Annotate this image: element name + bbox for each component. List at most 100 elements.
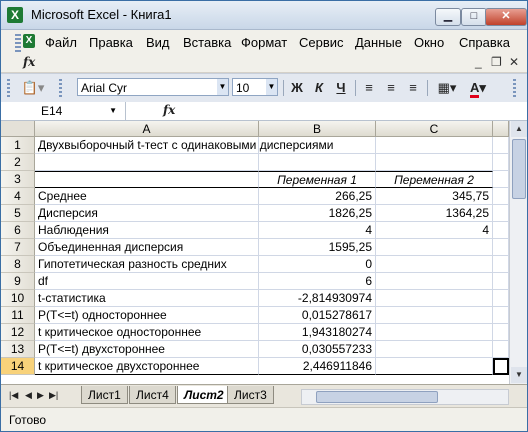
next-sheet-icon[interactable]: ▶ <box>37 390 44 401</box>
chevron-down-icon[interactable]: ▼ <box>109 102 117 120</box>
column-header-c[interactable]: C <box>376 121 493 137</box>
cell-d8[interactable] <box>493 256 509 273</box>
menu-data[interactable]: Данные <box>355 35 402 50</box>
row-header[interactable]: 13 <box>1 341 35 358</box>
cell-a5[interactable]: Дисперсия <box>35 205 259 222</box>
cell-b1[interactable] <box>259 137 376 154</box>
cell-c2[interactable] <box>376 154 493 171</box>
name-box[interactable]: E14 ▼ <box>1 102 126 120</box>
cell-c7[interactable] <box>376 239 493 256</box>
cell-c10[interactable] <box>376 290 493 307</box>
cell-d5[interactable] <box>493 205 509 222</box>
menu-view[interactable]: Вид <box>146 35 170 50</box>
cell-a13[interactable]: P(T<=t) двухстороннее <box>35 341 259 358</box>
excel-app-icon[interactable]: X <box>7 7 23 23</box>
cell-d13[interactable] <box>493 341 509 358</box>
menu-file[interactable]: Файл <box>45 35 77 50</box>
row-header[interactable]: 14 <box>1 358 35 375</box>
font-size-select[interactable]: 10 ▼ <box>232 78 278 96</box>
menu-help[interactable]: Справка <box>459 35 510 50</box>
chevron-down-icon[interactable]: ▼ <box>217 79 228 95</box>
cell-b5[interactable]: 1826,25 <box>259 205 376 222</box>
cell-a14[interactable]: t критическое двухстороннее <box>35 358 259 375</box>
sheet-tab-list4[interactable]: Лист4 <box>129 386 176 404</box>
cell-b11[interactable]: 0,015278617 <box>259 307 376 324</box>
horizontal-scroll-thumb[interactable] <box>316 391 438 403</box>
prev-sheet-icon[interactable]: ◀ <box>25 390 32 401</box>
menu-insert[interactable]: Вставка <box>183 35 231 50</box>
vertical-scrollbar[interactable]: ▲ ▼ <box>509 121 527 384</box>
doc-restore-button[interactable]: ❐ <box>491 55 502 69</box>
first-sheet-icon[interactable]: |◀ <box>9 390 18 401</box>
borders-icon[interactable]: ▦▾ <box>433 78 461 98</box>
minimize-button[interactable]: ▁ <box>435 8 461 26</box>
cell-c5[interactable]: 1364,25 <box>376 205 493 222</box>
row-header[interactable]: 10 <box>1 290 35 307</box>
row-header[interactable]: 9 <box>1 273 35 290</box>
cell-c3[interactable]: Переменная 2 <box>376 171 493 188</box>
cell-a11[interactable]: P(T<=t) одностороннее <box>35 307 259 324</box>
column-header-d[interactable] <box>493 121 509 137</box>
cell-a9[interactable]: df <box>35 273 259 290</box>
cell-c13[interactable] <box>376 341 493 358</box>
maximize-button[interactable]: □ <box>461 8 487 26</box>
cell-b7[interactable]: 1595,25 <box>259 239 376 256</box>
cell-b10[interactable]: -2,814930974 <box>259 290 376 307</box>
align-center-icon[interactable]: ≡ <box>381 78 401 98</box>
cell-b6[interactable]: 4 <box>259 222 376 239</box>
cell-a7[interactable]: Объединенная дисперсия <box>35 239 259 256</box>
row-header[interactable]: 2 <box>1 154 35 171</box>
menu-tools[interactable]: Сервис <box>299 35 344 50</box>
last-sheet-icon[interactable]: ▶| <box>49 390 58 401</box>
cell-c4[interactable]: 345,75 <box>376 188 493 205</box>
cell-b8[interactable]: 0 <box>259 256 376 273</box>
cell-b2[interactable] <box>259 154 376 171</box>
cell-b4[interactable]: 266,25 <box>259 188 376 205</box>
row-header[interactable]: 11 <box>1 307 35 324</box>
cell-d10[interactable] <box>493 290 509 307</box>
row-header[interactable]: 1 <box>1 137 35 154</box>
close-button[interactable]: ✕ <box>485 8 527 26</box>
doc-close-button[interactable]: ✕ <box>509 55 519 69</box>
doc-minimize-button[interactable]: _ <box>475 55 482 69</box>
cell-d6[interactable] <box>493 222 509 239</box>
sheet-tab-list2[interactable]: Лист2 <box>177 386 231 404</box>
row-header[interactable]: 7 <box>1 239 35 256</box>
align-left-icon[interactable]: ≡ <box>359 78 379 98</box>
column-header-b[interactable]: B <box>259 121 376 137</box>
cell-d7[interactable] <box>493 239 509 256</box>
cell-c12[interactable] <box>376 324 493 341</box>
row-header[interactable]: 6 <box>1 222 35 239</box>
menu-format[interactable]: Формат <box>241 35 287 50</box>
underline-button[interactable]: Ч <box>331 78 351 98</box>
font-color-button[interactable]: A▾ <box>463 78 493 98</box>
toolbar-grip-2[interactable] <box>59 79 62 97</box>
row-header[interactable]: 5 <box>1 205 35 222</box>
cell-d2[interactable] <box>493 154 509 171</box>
cell-c1[interactable] <box>376 137 493 154</box>
paste-icon[interactable]: 📋▾ <box>19 78 47 98</box>
row-header[interactable]: 3 <box>1 171 35 188</box>
cell-c8[interactable] <box>376 256 493 273</box>
cell-c9[interactable] <box>376 273 493 290</box>
cell-a6[interactable]: Наблюдения <box>35 222 259 239</box>
cell-a2[interactable] <box>35 154 259 171</box>
cell-b13[interactable]: 0,030557233 <box>259 341 376 358</box>
row-header[interactable]: 12 <box>1 324 35 341</box>
menu-edit[interactable]: Правка <box>89 35 133 50</box>
cell-b9[interactable]: 6 <box>259 273 376 290</box>
cell-d1[interactable] <box>493 137 509 154</box>
bold-button[interactable]: Ж <box>287 78 307 98</box>
cell-a1[interactable]: Двухвыборочный t-тест с одинаковыми дисп… <box>35 137 333 154</box>
cell-a4[interactable]: Среднее <box>35 188 259 205</box>
align-right-icon[interactable]: ≡ <box>403 78 423 98</box>
cell-d11[interactable] <box>493 307 509 324</box>
row-header[interactable]: 8 <box>1 256 35 273</box>
cell-b3[interactable]: Переменная 1 <box>259 171 376 188</box>
select-all-corner[interactable] <box>1 121 35 137</box>
cell-a8[interactable]: Гипотетическая разность средних <box>35 256 259 273</box>
sheet-tab-list3[interactable]: Лист3 <box>227 386 274 404</box>
row-header[interactable]: 4 <box>1 188 35 205</box>
cell-a12[interactable]: t критическое одностороннее <box>35 324 259 341</box>
scroll-up-icon[interactable]: ▲ <box>511 121 527 137</box>
